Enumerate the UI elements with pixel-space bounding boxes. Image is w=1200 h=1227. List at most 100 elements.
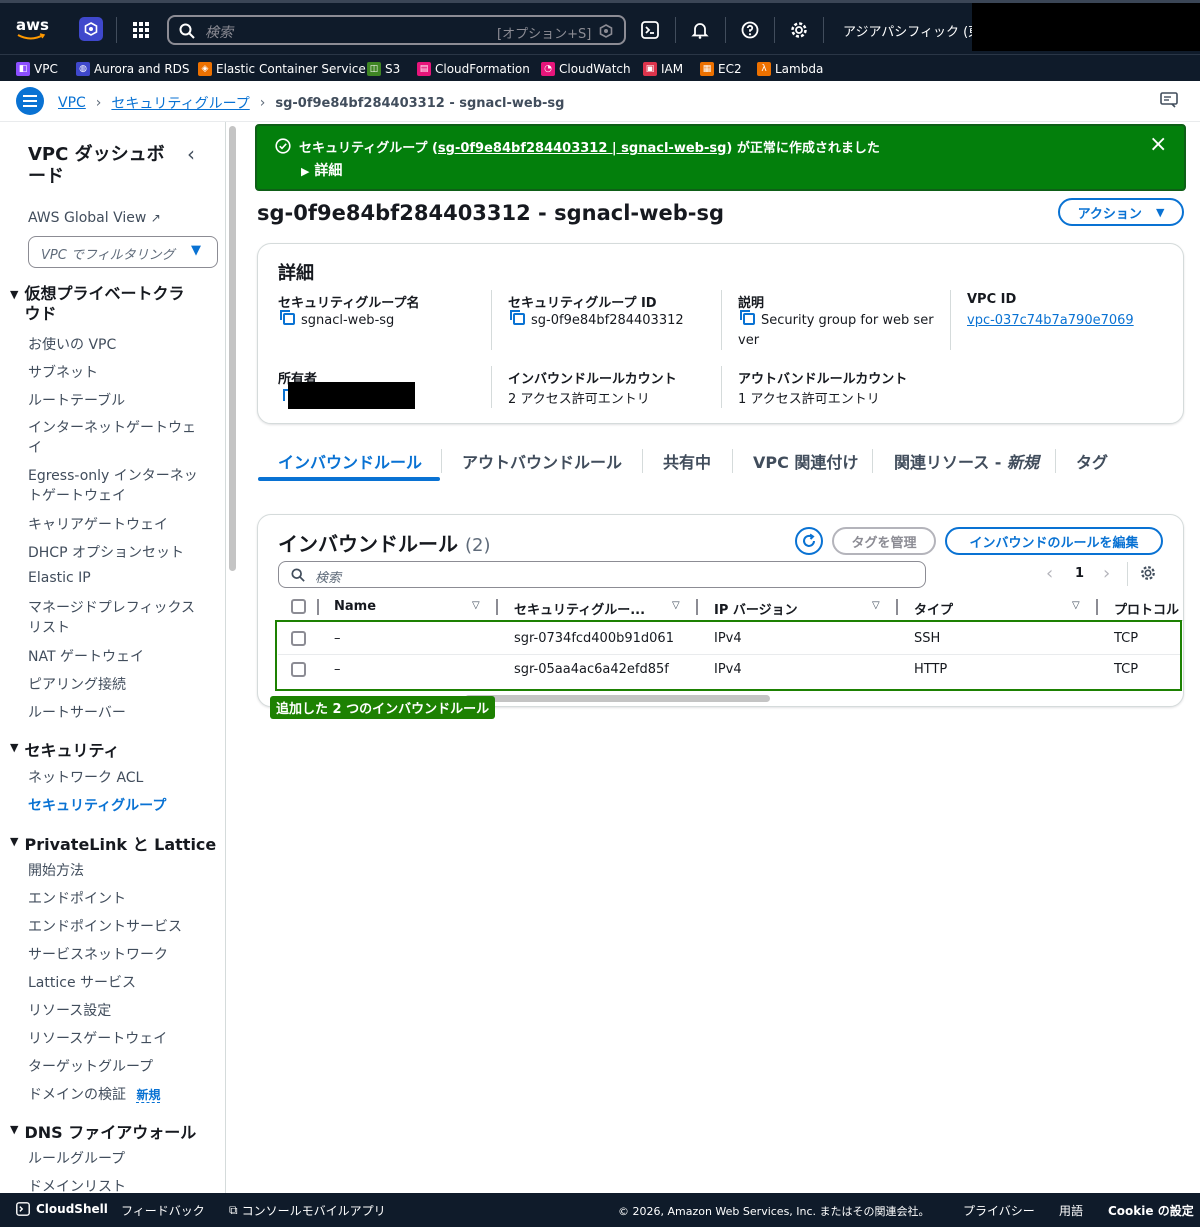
section-dns-firewall-header[interactable]: ▼ DNS ファイアウォール [10, 1119, 196, 1143]
flash-details-toggle[interactable]: ▶ 詳細 [301, 160, 342, 180]
sidebar-item-subnets[interactable]: サブネット [28, 362, 98, 382]
breadcrumb: VPC › セキュリティグループ › sg-0f9e84bf284403312 … [58, 93, 564, 113]
edit-inbound-rules-button[interactable]: インバウンドのルールを編集 [945, 527, 1163, 555]
copy-icon[interactable] [740, 310, 755, 325]
rules-search-input[interactable]: 検索 [278, 561, 926, 588]
sidebar-item-endpoint-services[interactable]: エンドポイントサービス [28, 916, 182, 936]
sidebar-item-your-vpcs[interactable]: お使いの VPC [28, 334, 116, 354]
sidebar-item-carrier-gateways[interactable]: キャリアゲートウェイ [28, 514, 168, 534]
actions-button[interactable]: アクション ▼ [1058, 198, 1184, 226]
section-vpc-header[interactable]: ▼ 仮想プライベートクラウド [10, 284, 194, 324]
copy-icon[interactable] [510, 310, 525, 325]
sidebar-item-nat-gateways[interactable]: NAT ゲートウェイ [28, 646, 144, 666]
sidebar-item-resource-configs[interactable]: リソース設定 [28, 1000, 111, 1020]
sidebar-item-egress-only-gateways[interactable]: Egress-only インターネットゲートウェイ [28, 466, 198, 506]
amazon-q-icon[interactable] [79, 17, 103, 41]
flash-sg-link[interactable]: sg-0f9e84bf284403312 | sgnacl-web-sg [438, 141, 726, 156]
sort-caret-icon[interactable]: ▽ [872, 600, 880, 611]
inbound-count-label: インバウンドルールカウント [508, 372, 677, 387]
feedback-panel-icon[interactable] [1160, 92, 1180, 110]
sidebar-item-endpoints[interactable]: エンドポイント [28, 888, 126, 908]
sidebar-item-internet-gateways[interactable]: インターネットゲートウェイ [28, 418, 198, 458]
sidebar-item-getting-started[interactable]: 開始方法 [28, 860, 84, 880]
services-grid-icon[interactable] [129, 18, 153, 42]
favorite-cloudformation[interactable]: ▤ CloudFormation [417, 60, 530, 77]
column-header-type[interactable]: タイプ [914, 599, 953, 618]
sidebar-item-route-servers[interactable]: ルートサーバー [28, 702, 126, 722]
sidebar-item-domain-verification[interactable]: ドメインの検証 新規 [28, 1084, 161, 1104]
column-header-ip-version[interactable]: IP バージョン [714, 599, 798, 618]
notifications-bell-icon[interactable] [688, 18, 712, 42]
caret-down-icon: ▼ [10, 741, 19, 754]
menu-toggle-button[interactable] [16, 87, 44, 115]
favorite-ec2[interactable]: ▦ EC2 [700, 60, 742, 77]
section-privatelink-header[interactable]: ▼ PrivateLink と Lattice [10, 831, 216, 855]
favorite-ecs[interactable]: ◈ Elastic Container Service [198, 60, 366, 77]
sidebar-item-rule-groups[interactable]: ルールグループ [28, 1148, 125, 1168]
sg-name-label: セキュリティグループ名 [278, 296, 420, 311]
description-value: Security group for web ser [740, 310, 934, 328]
column-header-name[interactable]: Name [334, 599, 376, 614]
manage-tags-button[interactable]: タグを管理 [832, 527, 936, 555]
sidebar-item-lattice-services[interactable]: Lattice サービス [28, 972, 136, 992]
sort-caret-icon[interactable]: ▽ [672, 600, 680, 611]
tab-outbound-rules[interactable]: アウトバウンドルール [462, 449, 622, 473]
flash-close-icon[interactable]: × [1149, 132, 1167, 157]
favorite-aurora-rds[interactable]: ◍ Aurora and RDS [76, 60, 190, 77]
sort-caret-icon[interactable]: ▽ [472, 600, 480, 611]
sidebar-item-network-acl[interactable]: ネットワーク ACL [28, 767, 143, 787]
favorite-s3[interactable]: ◫ S3 [367, 60, 400, 77]
column-header-protocol[interactable]: プロトコル [1114, 599, 1184, 618]
help-icon[interactable] [738, 18, 762, 42]
favorite-vpc[interactable]: ◧ VPC [16, 60, 58, 77]
sidebar-item-route-tables[interactable]: ルートテーブル [28, 390, 125, 410]
vpc-filter-select[interactable]: VPC でフィルタリング ▼ [28, 236, 218, 268]
cloudshell-icon[interactable] [638, 18, 662, 42]
tab-related-resources[interactable]: 関連リソース - 新規 [894, 449, 1039, 473]
pagination-page-number[interactable]: 1 [1075, 566, 1084, 581]
footer-mobile-app-link[interactable]: ⧉ コンソールモバイルアプリ [229, 1202, 386, 1219]
footer-feedback-link[interactable]: フィードバック [121, 1202, 205, 1219]
refresh-button[interactable] [795, 527, 823, 555]
vpc-id-link[interactable]: vpc-037c74b7a790e7069 [967, 313, 1134, 328]
settings-gear-icon[interactable] [787, 18, 811, 42]
footer-cloudshell-link[interactable]: CloudShell [16, 1202, 108, 1216]
sort-caret-icon[interactable]: ▽ [1072, 600, 1080, 611]
breadcrumb-security-groups-link[interactable]: セキュリティグループ [111, 93, 249, 113]
sidebar-item-domain-lists[interactable]: ドメインリスト [28, 1176, 126, 1193]
table-preferences-gear-icon[interactable] [1140, 565, 1156, 585]
sidebar-item-peering[interactable]: ピアリング接続 [28, 674, 126, 694]
breadcrumb-vpc-link[interactable]: VPC [58, 95, 86, 111]
footer-privacy-link[interactable]: プライバシー [963, 1202, 1035, 1219]
favorite-lambda[interactable]: λ Lambda [757, 60, 823, 77]
tab-sharing[interactable]: 共有中 [663, 449, 711, 473]
sidebar-item-target-groups[interactable]: ターゲットグループ [28, 1056, 153, 1076]
sidebar-item-security-groups[interactable]: セキュリティグループ [28, 795, 166, 815]
sidebar-title[interactable]: VPC ダッシュボード [28, 144, 168, 188]
aws-global-view-link[interactable]: AWS Global View ↗ [28, 210, 161, 226]
tab-vpc-associations[interactable]: VPC 関連付け [753, 449, 858, 473]
copy-icon[interactable] [280, 310, 295, 325]
account-menu-redacted[interactable] [972, 3, 1200, 51]
sidebar-item-dhcp-options[interactable]: DHCP オプションセット [28, 542, 184, 562]
sidebar-item-service-networks[interactable]: サービスネットワーク [28, 944, 168, 964]
sidebar-item-prefix-lists[interactable]: マネージドプレフィックスリスト [28, 598, 203, 638]
footer-cookie-link[interactable]: Cookie の設定 [1108, 1202, 1194, 1219]
column-header-rule-id[interactable]: セキュリティグルー... [514, 599, 645, 618]
section-security-header[interactable]: ▼ セキュリティ [10, 737, 120, 761]
aws-logo[interactable]: aws [16, 15, 50, 41]
select-all-checkbox[interactable] [291, 599, 306, 614]
table-horizontal-scrollbar[interactable] [465, 695, 770, 702]
sidebar-scrollbar[interactable] [229, 126, 236, 571]
global-search-input[interactable]: 検索 [オプション+S] [167, 15, 626, 45]
tab-tags[interactable]: タグ [1076, 449, 1108, 473]
pagination-prev-icon[interactable]: ‹ [1046, 563, 1053, 584]
footer-terms-link[interactable]: 用語 [1059, 1202, 1083, 1219]
close-sidebar-button[interactable]: ‹ [187, 142, 195, 166]
pagination-next-icon[interactable]: › [1103, 563, 1110, 584]
favorite-cloudwatch[interactable]: ◔ CloudWatch [541, 60, 631, 77]
sidebar-item-elastic-ip[interactable]: Elastic IP [28, 570, 91, 586]
sidebar-item-resource-gateways[interactable]: リソースゲートウェイ [28, 1028, 167, 1048]
tab-inbound-rules[interactable]: インバウンドルール [278, 449, 422, 473]
favorite-iam[interactable]: ▣ IAM [643, 60, 683, 77]
